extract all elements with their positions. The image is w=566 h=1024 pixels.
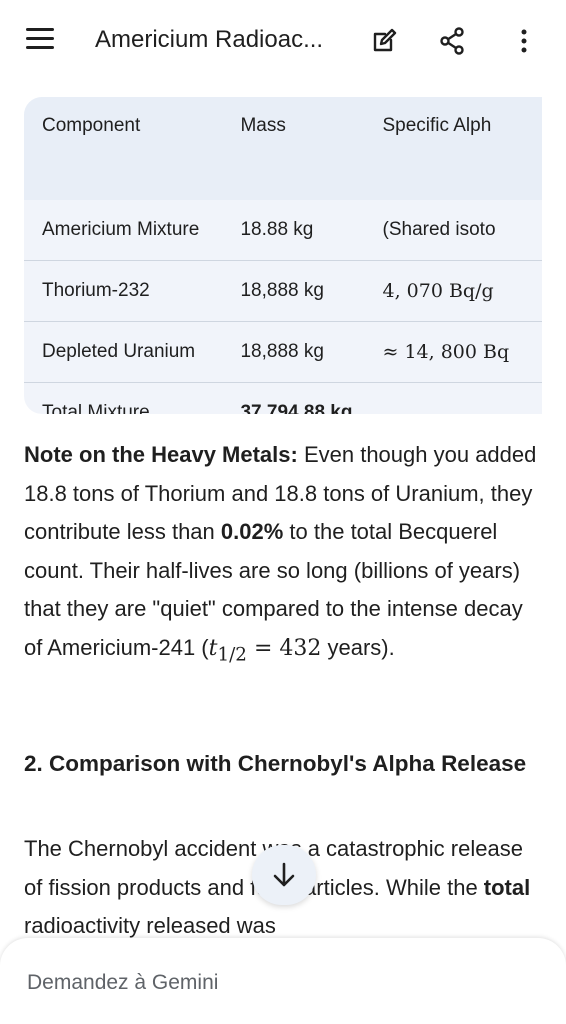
table-header-cell: Mass bbox=[239, 97, 382, 200]
prompt-input-bar[interactable]: Demandez à Gemini bbox=[0, 938, 566, 1024]
table-cell: Total Mixture bbox=[42, 402, 150, 414]
note-highlight: 0.02% bbox=[220, 519, 284, 544]
scroll-down-button[interactable] bbox=[252, 845, 316, 905]
table-cell: Americium Mixture bbox=[24, 200, 240, 261]
table-cell: Thorium-232 bbox=[24, 260, 240, 322]
top-app-bar: Americium Radioac... bbox=[0, 0, 566, 82]
edit-icon[interactable] bbox=[369, 26, 399, 56]
table-cell: 18.88 kg bbox=[239, 200, 382, 261]
table-cell: Depleted Uranium bbox=[24, 321, 240, 383]
arrow-down-icon bbox=[273, 862, 295, 887]
table-cell: ≈ 14, 800 Bq bbox=[381, 321, 542, 383]
table-row: Depleted Uranium 18,888 kg ≈ 14, 800 Bq bbox=[24, 321, 542, 383]
half-life-formula: t1/2 = 432 bbox=[209, 635, 322, 665]
section-text: radioactivity released was bbox=[24, 913, 276, 938]
table-cell: 37,794.88 kg bbox=[240, 402, 353, 414]
formula-value: = 432 bbox=[246, 635, 322, 661]
formula-subscript: 1/2 bbox=[217, 643, 247, 665]
menu-icon[interactable] bbox=[26, 28, 56, 54]
section-bold: total bbox=[483, 874, 531, 900]
note-text: years). bbox=[321, 634, 395, 660]
prompt-input[interactable]: Demandez à Gemini bbox=[27, 971, 218, 995]
data-table[interactable]: Component Mass Specific Alph Americium M… bbox=[24, 97, 542, 414]
table-cell: 18,888 kg bbox=[239, 260, 382, 322]
note-paragraph: Note on the Heavy Metals: Even though yo… bbox=[24, 436, 544, 674]
table-row: Thorium-232 18,888 kg 4, 070 Bq/g bbox=[24, 260, 542, 322]
share-icon[interactable] bbox=[437, 26, 467, 56]
note-label: Note on the Heavy Metals: bbox=[24, 442, 298, 467]
table-header-cell: Specific Alph bbox=[381, 97, 542, 200]
table-header-row: Component Mass Specific Alph bbox=[24, 97, 542, 200]
table-row: Americium Mixture 18.88 kg (Shared isoto bbox=[24, 200, 542, 261]
table-row-total: Total Mixture 37,794.88 kg bbox=[24, 383, 543, 415]
table-cell: 18,888 kg bbox=[239, 321, 382, 383]
table-cell: (Shared isoto bbox=[381, 200, 542, 261]
table-header-cell: Component bbox=[24, 97, 240, 200]
section-heading: 2. Comparison with Chernobyl's Alpha Rel… bbox=[24, 751, 527, 776]
more-vert-icon[interactable] bbox=[509, 26, 539, 56]
table-cell: 4, 070 Bq/g bbox=[381, 260, 542, 322]
conversation-title[interactable]: Americium Radioac... bbox=[95, 26, 323, 54]
table-cell bbox=[382, 383, 543, 415]
